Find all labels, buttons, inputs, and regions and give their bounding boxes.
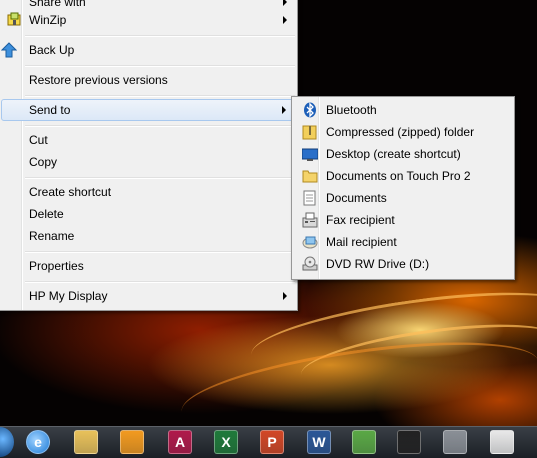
menu-item-label: HP My Display: [29, 289, 108, 303]
folder-icon: [302, 170, 318, 183]
word-icon[interactable]: W: [307, 430, 331, 454]
menu-item-label: WinZip: [29, 13, 67, 27]
menu-item-delete[interactable]: Delete: [1, 203, 295, 225]
menu-item-label: Bluetooth: [326, 103, 377, 117]
menu-item-hp-my-display[interactable]: HP My Display: [1, 285, 295, 307]
app-icon-tool[interactable]: [443, 430, 467, 454]
menu-item-properties[interactable]: Properties: [1, 255, 295, 277]
menu-item-label: Compressed (zipped) folder: [326, 125, 475, 139]
menu-item-cut[interactable]: Cut: [1, 129, 295, 151]
menu-item-winzip[interactable]: WinZip: [1, 9, 295, 31]
submenu-arrow-icon: [283, 16, 287, 24]
menu-item-label: Rename: [29, 229, 75, 243]
fax-icon: [302, 212, 318, 228]
internet-explorer-icon[interactable]: e: [26, 430, 50, 454]
dvd-drive-icon: [302, 256, 318, 271]
menu-item-send-to[interactable]: Send to: [1, 99, 295, 121]
taskbar-app-letter: e: [34, 434, 42, 450]
taskbar-app-letter: W: [312, 434, 326, 450]
send-to-item-compressed-folder[interactable]: Compressed (zipped) folder: [294, 121, 512, 143]
powerpoint-icon[interactable]: P: [260, 430, 284, 454]
menu-item-copy[interactable]: Copy: [1, 151, 295, 173]
winzip-icon: [7, 12, 21, 26]
send-to-item-documents-touch-pro[interactable]: Documents on Touch Pro 2: [294, 165, 512, 187]
menu-item-label: Mail recipient: [326, 235, 397, 249]
desktop-icon: [302, 148, 318, 161]
access-icon[interactable]: A: [168, 430, 192, 454]
backup-arrow-icon: [1, 42, 17, 58]
app-icon-card[interactable]: [490, 430, 514, 454]
menu-item-label: Delete: [29, 207, 64, 221]
taskbar-app-letter: A: [174, 434, 186, 450]
menu-separator: [25, 95, 295, 97]
menu-item-label: Desktop (create shortcut): [326, 147, 461, 161]
menu-item-label: Properties: [29, 259, 84, 273]
menu-item-back-up[interactable]: Back Up: [1, 39, 295, 61]
send-to-item-fax-recipient[interactable]: Fax recipient: [294, 209, 512, 231]
menu-item-label: Restore previous versions: [29, 73, 168, 87]
menu-item-label: Fax recipient: [326, 213, 395, 227]
excel-icon[interactable]: X: [214, 430, 238, 454]
menu-item-label: Documents: [326, 191, 387, 205]
menu-item-label: Copy: [29, 155, 58, 169]
menu-separator: [25, 281, 295, 283]
app-icon-diamond[interactable]: [397, 430, 421, 454]
bluetooth-icon: [304, 102, 316, 118]
zip-folder-icon: [302, 125, 317, 140]
menu-item-label: Cut: [29, 133, 48, 147]
menu-item-label: DVD RW Drive (D:): [326, 257, 430, 271]
menu-item-rename[interactable]: Rename: [1, 225, 295, 247]
file-explorer-icon[interactable]: [74, 430, 98, 454]
menu-separator: [25, 125, 295, 127]
mail-icon: [302, 236, 318, 249]
send-to-item-desktop[interactable]: Desktop (create shortcut): [294, 143, 512, 165]
send-to-item-bluetooth[interactable]: Bluetooth: [294, 99, 512, 121]
documents-icon: [303, 190, 316, 206]
media-player-icon[interactable]: [120, 430, 144, 454]
app-icon-green[interactable]: [352, 430, 376, 454]
menu-separator: [25, 65, 295, 67]
taskbar-app-letter: X: [221, 434, 231, 450]
menu-separator: [25, 35, 295, 37]
menu-separator: [25, 177, 295, 179]
menu-separator: [25, 251, 295, 253]
menu-item-label: Send to: [29, 103, 71, 117]
submenu-arrow-icon: [283, 0, 287, 6]
start-orb-icon[interactable]: [0, 427, 14, 457]
menu-item-label: Create shortcut: [29, 185, 112, 199]
menu-item-create-shortcut[interactable]: Create shortcut: [1, 181, 295, 203]
send-to-item-mail-recipient[interactable]: Mail recipient: [294, 231, 512, 253]
send-to-submenu: Bluetooth Compressed (zipped) folder Des…: [291, 96, 515, 280]
submenu-arrow-icon: [283, 292, 287, 300]
taskbar-app-letter: P: [267, 434, 277, 450]
menu-item-restore-previous-versions[interactable]: Restore previous versions: [1, 69, 295, 91]
send-to-item-dvd-drive[interactable]: DVD RW Drive (D:): [294, 253, 512, 275]
menu-item-label: Back Up: [29, 43, 75, 57]
context-menu: Share with WinZip Back Up Restore previo…: [0, 0, 298, 311]
send-to-item-documents[interactable]: Documents: [294, 187, 512, 209]
menu-item-label: Share with: [29, 0, 86, 9]
menu-item-label: Documents on Touch Pro 2: [326, 169, 471, 183]
taskbar: eAXPW: [0, 426, 537, 458]
submenu-arrow-icon: [282, 106, 286, 114]
